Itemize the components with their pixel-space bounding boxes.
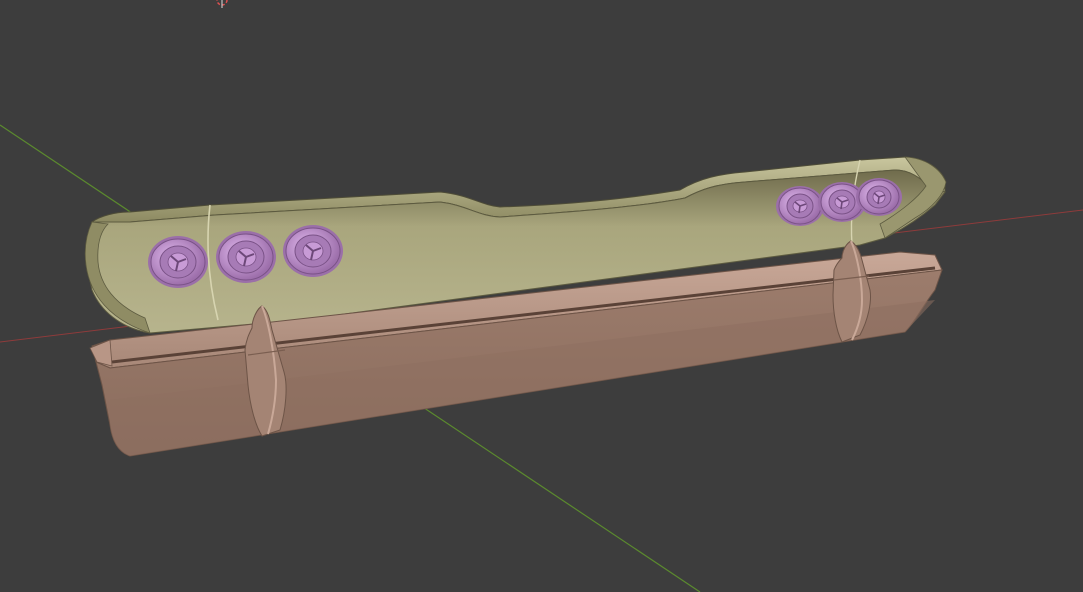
rear-bumper-left-cap xyxy=(89,339,113,367)
tail-lamp[interactable] xyxy=(216,231,276,283)
tail-lamp[interactable] xyxy=(283,225,343,277)
tail-lamp[interactable] xyxy=(148,236,208,288)
viewport-scene[interactable] xyxy=(0,0,1083,592)
3d-cursor-icon[interactable] xyxy=(216,0,228,8)
tail-lamp[interactable] xyxy=(776,186,824,226)
tail-lamp[interactable] xyxy=(856,178,902,216)
3d-viewport[interactable] xyxy=(0,0,1083,592)
